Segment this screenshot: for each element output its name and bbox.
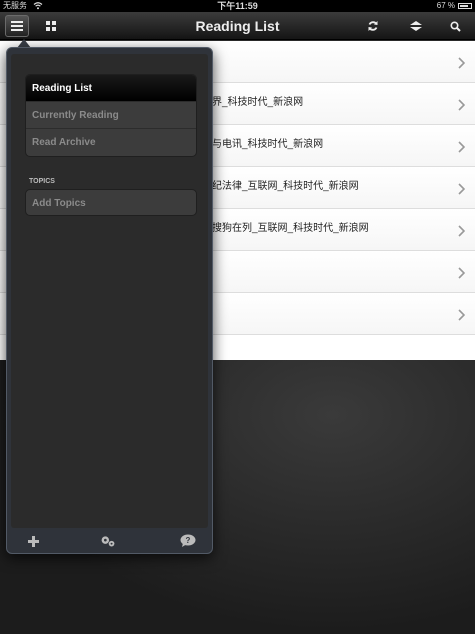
settings-button[interactable] [100, 533, 116, 549]
chevron-right-icon [458, 141, 465, 153]
chevron-right-icon [458, 225, 465, 237]
chevron-right-icon [458, 57, 465, 69]
menu-icon [11, 21, 23, 31]
refresh-icon [368, 21, 378, 31]
chevron-right-icon [458, 99, 465, 111]
list-item-title: 纪法律_互联网_科技时代_新浪网 [212, 181, 359, 192]
sidebar-item-reading-list[interactable]: Reading List [26, 75, 196, 102]
navigation-popover: Reading List Currently Reading Read Arch… [6, 47, 213, 554]
battery-icon [458, 3, 472, 9]
add-button[interactable] [25, 533, 41, 549]
add-topics-button[interactable]: Add Topics [26, 190, 196, 217]
svg-text:?: ? [186, 536, 191, 545]
navigation-bar: Reading List [0, 12, 475, 40]
search-icon [449, 20, 461, 32]
grid-view-button[interactable] [40, 15, 62, 37]
help-button[interactable]: ? [180, 533, 196, 549]
search-button[interactable] [445, 15, 465, 37]
menu-button[interactable] [5, 15, 29, 37]
help-bubble-icon: ? [180, 534, 196, 547]
chevron-right-icon [458, 267, 465, 279]
sort-button[interactable] [404, 15, 428, 37]
sidebar-item-read-archive[interactable]: Read Archive [26, 129, 196, 156]
plus-icon [27, 535, 39, 547]
chevron-right-icon [458, 183, 465, 195]
chevron-right-icon [458, 309, 465, 321]
topics-header: TOPICS [29, 178, 55, 185]
list-item-title: 搜狗在列_互联网_科技时代_新浪网 [212, 223, 369, 234]
status-time: 下午11:59 [217, 1, 258, 11]
topics-group: Add Topics [25, 189, 197, 216]
list-selector: Reading List Currently Reading Read Arch… [25, 74, 197, 157]
list-item-title: 与电讯_科技时代_新浪网 [212, 139, 324, 150]
refresh-button[interactable] [363, 15, 383, 37]
status-bar: 无服务 下午11:59 67 % [0, 0, 475, 12]
battery-percent: 67 % [436, 1, 455, 10]
grid-icon [46, 21, 56, 31]
list-item-title: 界_科技时代_新浪网 [212, 97, 304, 108]
sort-icon [410, 21, 422, 31]
popover-content: Reading List Currently Reading Read Arch… [11, 54, 208, 528]
popover-toolbar: ? [7, 528, 212, 553]
sidebar-item-currently-reading[interactable]: Currently Reading [26, 102, 196, 129]
gears-icon [101, 536, 115, 547]
